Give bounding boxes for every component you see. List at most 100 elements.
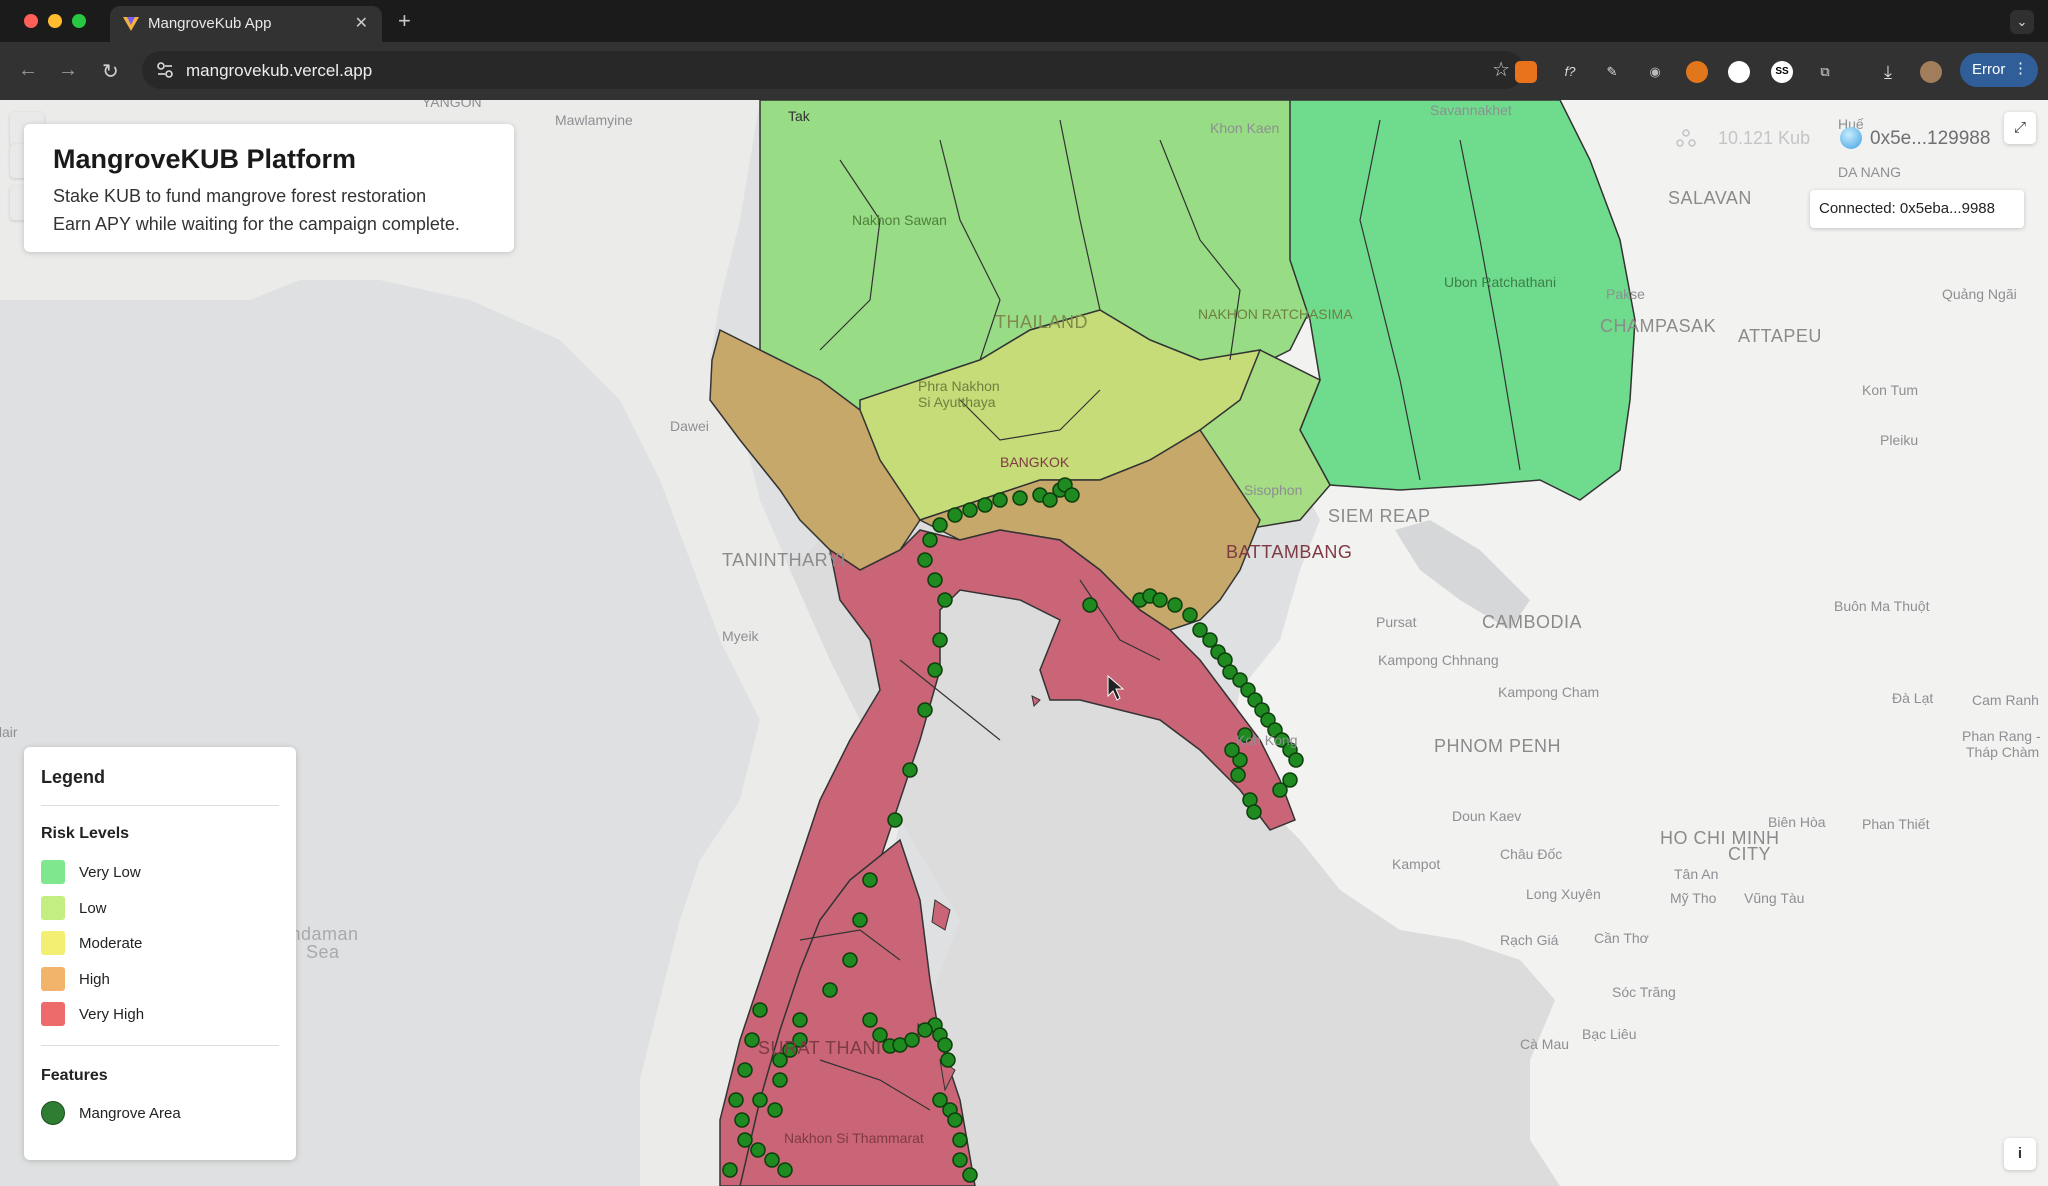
extension-colorpicker-icon[interactable]: ✎ [1601, 61, 1623, 83]
map-label-koh-kong: Koh Kong [1236, 732, 1298, 748]
mangrove-point[interactable] [937, 592, 953, 608]
mangrove-point[interactable] [952, 1152, 968, 1168]
mangrove-point[interactable] [822, 982, 838, 998]
mangrove-point[interactable] [927, 662, 943, 678]
reload-button[interactable]: ↻ [102, 59, 119, 84]
bookmark-star-icon[interactable]: ☆ [1492, 57, 1510, 82]
mangrove-point[interactable] [887, 812, 903, 828]
mangrove-point[interactable] [940, 1052, 956, 1068]
site-info-icon[interactable] [156, 61, 174, 79]
mangrove-point[interactable] [962, 502, 978, 518]
platform-info-card: MangroveKUB Platform Stake KUB to fund m… [24, 124, 514, 252]
mangrove-point[interactable] [737, 1062, 753, 1078]
tooltip-text: Connected: 0x5eba...9988 [1819, 200, 1995, 217]
mangrove-point[interactable] [992, 492, 1008, 508]
mangrove-point[interactable] [862, 872, 878, 888]
mangrove-point[interactable] [937, 1037, 953, 1053]
mangrove-point[interactable] [922, 532, 938, 548]
map-label-khon-kaen: Khon Kaen [1210, 120, 1280, 136]
tab-mangrovekub[interactable]: MangroveKub App ✕ [110, 6, 382, 42]
map-label-savannakhet: Savannakhet [1430, 102, 1512, 118]
minimize-window-button[interactable] [48, 14, 62, 28]
mangrove-point[interactable] [750, 1142, 766, 1158]
mangrove-point[interactable] [728, 1092, 744, 1108]
legend-label: High [79, 971, 110, 988]
mangrove-point[interactable] [1042, 492, 1058, 508]
mangrove-point[interactable] [1230, 767, 1246, 783]
mangrove-point[interactable] [932, 632, 948, 648]
mangrove-point[interactable] [1272, 782, 1288, 798]
mangrove-point[interactable] [1082, 597, 1098, 613]
mangrove-point[interactable] [772, 1072, 788, 1088]
map-viewport[interactable]: YANGON Mawlamyine Tak Khon Kaen Savannak… [0, 100, 2048, 1186]
mangrove-point[interactable] [904, 1032, 920, 1048]
extension-metamask-icon[interactable] [1686, 61, 1708, 83]
mangrove-point[interactable] [862, 1012, 878, 1028]
map-label-bac-lieu: Bạc Liêu [1582, 1026, 1637, 1042]
map-label-phan-thiet: Phan Thiết [1862, 816, 1930, 832]
wallet-status[interactable]: 10.121 Kub 0x5e...129988 [1676, 124, 1990, 154]
mangrove-point[interactable] [1152, 592, 1168, 608]
wallet-address[interactable]: 0x5e...129988 [1870, 128, 1990, 150]
mangrove-point[interactable] [952, 1132, 968, 1148]
mangrove-point[interactable] [917, 1022, 933, 1038]
downloads-icon[interactable]: ⤓ [1877, 61, 1899, 83]
mangrove-point[interactable] [792, 1012, 808, 1028]
mangrove-point[interactable] [737, 1132, 753, 1148]
close-window-button[interactable] [24, 14, 38, 28]
mangrove-point[interactable] [1167, 597, 1183, 613]
mangrove-point[interactable] [734, 1112, 750, 1128]
extension-brave-icon[interactable] [1515, 61, 1537, 83]
mangrove-point[interactable] [752, 1092, 768, 1108]
extensions-puzzle-icon[interactable]: ⧉ [1814, 61, 1836, 83]
extension-sun-icon[interactable] [1728, 61, 1750, 83]
mangrove-point[interactable] [947, 507, 963, 523]
map-label-battambang: BATTAMBANG [1226, 542, 1353, 562]
fullscreen-button[interactable]: ⤢ [2004, 112, 2036, 144]
mangrove-point[interactable] [1064, 487, 1080, 503]
mangrove-point[interactable] [744, 1032, 760, 1048]
tab-search-button[interactable]: ⌄ [2010, 10, 2034, 34]
map-label-can-tho: Cần Thơ [1594, 930, 1649, 946]
mangrove-point[interactable] [1246, 804, 1262, 820]
extension-camera-icon[interactable]: ◉ [1644, 61, 1666, 83]
mangrove-point[interactable] [947, 1112, 963, 1128]
mangrove-point[interactable] [722, 1162, 738, 1178]
mangrove-point[interactable] [752, 1002, 768, 1018]
tab-close-icon[interactable]: ✕ [355, 13, 368, 33]
mangrove-point[interactable] [767, 1102, 783, 1118]
map-canvas[interactable] [0, 100, 2048, 1186]
profile-avatar[interactable] [1920, 61, 1942, 83]
mangrove-point[interactable] [917, 702, 933, 718]
address-bar[interactable]: mangrovekub.vercel.app ☆ [142, 51, 1524, 89]
mangrove-point[interactable] [932, 517, 948, 533]
mangrove-point[interactable] [852, 912, 868, 928]
mangrove-point[interactable] [977, 497, 993, 513]
error-label: Error [1972, 61, 2006, 78]
extension-ss-icon[interactable]: SS [1771, 61, 1793, 83]
mangrove-point[interactable] [927, 572, 943, 588]
extension-formula-icon[interactable]: f? [1559, 61, 1581, 83]
legend-divider [41, 1045, 279, 1046]
browser-error-button[interactable]: Error ⋮ [1960, 53, 2038, 87]
mangrove-point[interactable] [917, 552, 933, 568]
map-label-si-ayutthaya: Si Ayutthaya [918, 394, 996, 410]
mangrove-point[interactable] [777, 1162, 793, 1178]
forward-button[interactable]: → [58, 59, 78, 82]
mangrove-point[interactable] [902, 762, 918, 778]
mangrove-point[interactable] [1012, 490, 1028, 506]
maximize-window-button[interactable] [72, 14, 86, 28]
mangrove-point[interactable] [1288, 752, 1304, 768]
map-label-cambodia: CAMBODIA [1482, 612, 1583, 632]
attribution-info-button[interactable]: i [2004, 1138, 2036, 1170]
mangrove-point[interactable] [764, 1152, 780, 1168]
mangrove-point[interactable] [842, 952, 858, 968]
new-tab-button[interactable]: + [398, 8, 411, 34]
mangrove-point[interactable] [1182, 607, 1198, 623]
map-label-siem-reap: SIEM REAP [1328, 506, 1431, 526]
map-label-port-blair: Port Blair [0, 724, 18, 740]
url-text[interactable]: mangrovekub.vercel.app [186, 61, 372, 81]
mangrove-point[interactable] [962, 1167, 978, 1183]
map-label-kampot: Kampot [1392, 856, 1441, 872]
back-button[interactable]: ← [18, 59, 38, 82]
